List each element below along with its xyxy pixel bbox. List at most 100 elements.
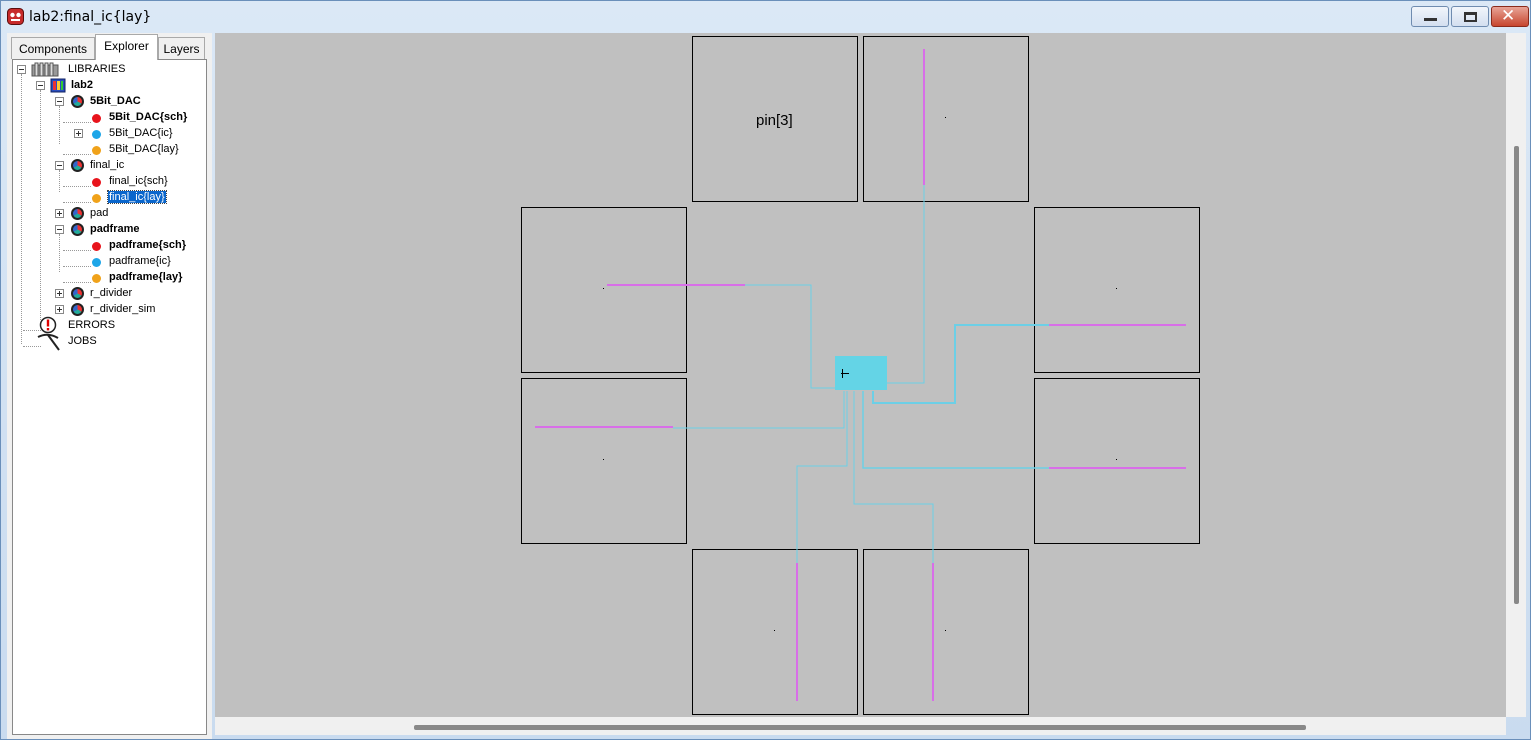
tree-item-5bit-dac-lay[interactable]: 5Bit_DAC{lay}: [13, 142, 203, 158]
tab-explorer[interactable]: Explorer: [95, 34, 158, 60]
tree-label: padframe{ic}: [109, 255, 171, 267]
tree-item-final-ic-sch[interactable]: final_ic{sch}: [13, 174, 203, 190]
tree-item-5bit-dac[interactable]: 5Bit_DAC: [13, 94, 203, 110]
tree-item-5bit-dac-ic[interactable]: 5Bit_DAC{ic}: [13, 126, 203, 142]
vertical-scroll-thumb[interactable]: [1514, 146, 1519, 604]
tree-item-padframe[interactable]: padframe: [13, 222, 203, 238]
pad-cell-left-bottom[interactable]: [521, 378, 687, 544]
wire: [872, 324, 1049, 404]
layout-view-icon: [92, 146, 101, 155]
minimize-icon: [1424, 18, 1437, 21]
title-bar[interactable]: lab2:final_ic{lay} ✕: [1, 1, 1531, 33]
tree-item-final-ic-lay[interactable]: final_ic{lay}: [13, 190, 203, 206]
tree-label: r_divider: [90, 287, 133, 299]
horizontal-scroll-thumb[interactable]: [414, 725, 1306, 730]
tree-label: 5Bit_DAC{sch}: [109, 111, 188, 123]
collapse-toggle[interactable]: [17, 65, 26, 74]
app-window: lab2:final_ic{lay} ✕ Components Explorer…: [0, 0, 1531, 740]
cell-icon: [71, 95, 84, 108]
expand-toggle[interactable]: [55, 305, 64, 314]
pad-center-mark: [945, 630, 946, 631]
wire: [853, 391, 934, 563]
pad-cell-right-bottom[interactable]: [1034, 378, 1200, 544]
panel-tabs: Components Explorer Layers: [7, 33, 212, 60]
expand-toggle[interactable]: [55, 289, 64, 298]
tree-item-padframe-sch[interactable]: padframe{sch}: [13, 238, 203, 254]
tree-item-lab2[interactable]: lab2: [13, 78, 203, 94]
explorer-tree: LIBRARIES lab2 5Bit_DAC 5Bit_DAC{sch} 5B…: [12, 59, 207, 735]
tree-label: pad: [90, 207, 109, 219]
layout-view-icon: [92, 274, 101, 283]
vertical-scrollbar[interactable]: [1506, 33, 1526, 717]
tree-label: final_ic: [90, 159, 125, 171]
tree-label: 5Bit_DAC{lay}: [109, 143, 179, 155]
maximize-icon: [1464, 12, 1477, 22]
collapse-toggle[interactable]: [55, 225, 64, 234]
tree-label: 5Bit_DAC{ic}: [109, 127, 173, 139]
window-title: lab2:final_ic{lay}: [29, 9, 152, 25]
explorer-panel: Components Explorer Layers LIBRARIES lab…: [7, 33, 212, 739]
tree-label: final_ic{sch}: [109, 175, 168, 187]
pad-center-mark: [1116, 459, 1117, 460]
layout-canvas[interactable]: pin[3]: [215, 33, 1506, 717]
cell-icon: [71, 207, 84, 220]
pad-center-mark: [774, 630, 775, 631]
tree-item-final-ic[interactable]: final_ic: [13, 158, 203, 174]
layout-drawing: pin[3]: [521, 36, 1200, 715]
pad-label: pin[3]: [756, 112, 793, 129]
tree-label: 5Bit_DAC: [90, 95, 141, 107]
pad-cell-top-right[interactable]: [863, 36, 1029, 202]
error-icon: [39, 316, 57, 334]
icon-view-icon: [92, 130, 101, 139]
tree-item-libraries[interactable]: LIBRARIES: [13, 62, 203, 78]
tree-label: padframe: [90, 223, 140, 235]
pad-cell-bottom-right[interactable]: [863, 549, 1029, 715]
layout-view-icon: [92, 194, 101, 203]
tree-label: padframe{lay}: [109, 271, 183, 283]
tree-item-jobs[interactable]: JOBS: [13, 333, 203, 351]
electric-app-icon: [7, 8, 24, 25]
tree-label: lab2: [71, 79, 94, 91]
horizontal-scrollbar[interactable]: [215, 717, 1506, 735]
pad-center-mark: [945, 117, 946, 118]
schematic-view-icon: [92, 114, 101, 123]
close-icon: ✕: [1501, 6, 1516, 26]
tree-label-selected: final_ic{lay}: [107, 190, 167, 204]
library-icon: [50, 78, 66, 93]
wire: [745, 284, 835, 389]
cell-icon: [71, 223, 84, 236]
tree-item-padframe-ic[interactable]: padframe{ic}: [13, 254, 203, 270]
collapse-toggle[interactable]: [36, 81, 45, 90]
pad-cell-right-top[interactable]: [1034, 207, 1200, 373]
tab-layers[interactable]: Layers: [158, 37, 205, 59]
tree-item-errors[interactable]: ERRORS: [13, 316, 203, 334]
cell-icon: [71, 287, 84, 300]
pad-cell-bottom-left[interactable]: [692, 549, 858, 715]
cell-icon: [71, 159, 84, 172]
pad-center-mark: [1116, 288, 1117, 289]
icon-view-icon: [92, 258, 101, 267]
tab-components[interactable]: Components: [11, 37, 95, 59]
tree-label: ERRORS: [68, 319, 116, 331]
tree-item-5bit-dac-sch[interactable]: 5Bit_DAC{sch}: [13, 110, 203, 126]
tree-item-pad[interactable]: pad: [13, 206, 203, 222]
expand-toggle[interactable]: [55, 209, 64, 218]
jobs-icon: [37, 333, 60, 351]
tree-label: JOBS: [68, 335, 97, 347]
maximize-button[interactable]: [1451, 6, 1489, 27]
tree-label: r_divider_sim: [90, 303, 156, 315]
collapse-toggle[interactable]: [55, 161, 64, 170]
collapse-toggle[interactable]: [55, 97, 64, 106]
expand-toggle[interactable]: [74, 129, 83, 138]
tree-label: padframe{sch}: [109, 239, 187, 251]
wire: [886, 185, 925, 384]
pad-cell-left-top[interactable]: [521, 207, 687, 373]
pad-center-mark: [603, 459, 604, 460]
close-button[interactable]: ✕: [1491, 6, 1529, 27]
minimize-button[interactable]: [1411, 6, 1449, 27]
pad-center-mark: [603, 288, 604, 289]
schematic-view-icon: [92, 178, 101, 187]
tree-item-r-divider[interactable]: r_divider: [13, 286, 203, 302]
tree-item-padframe-lay[interactable]: padframe{lay}: [13, 270, 203, 286]
libraries-icon: [31, 62, 59, 77]
